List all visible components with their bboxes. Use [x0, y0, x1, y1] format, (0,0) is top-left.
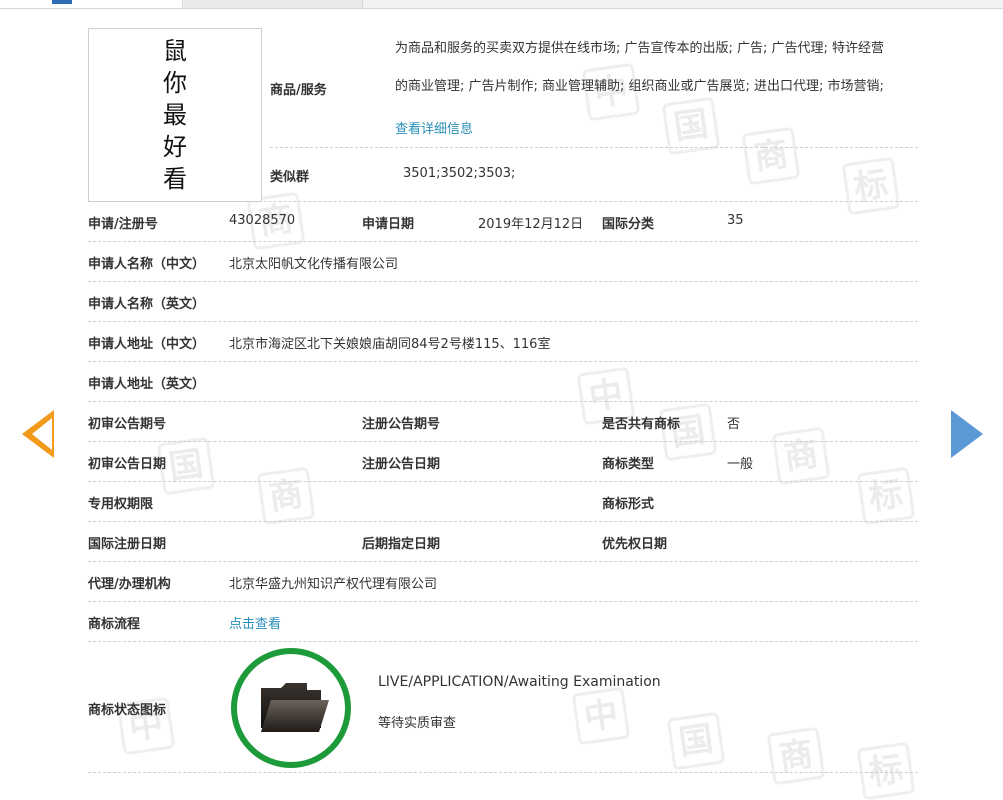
status-text-en: LIVE/APPLICATION/Awaiting Examination — [378, 674, 661, 690]
row-divider — [88, 401, 918, 402]
agent-label: 代理/办理机构 — [88, 577, 171, 592]
reg-pub-no-label: 注册公告期号 — [362, 417, 441, 432]
row-divider — [88, 601, 918, 602]
similar-group-value: 3501;3502;3503; — [403, 166, 516, 181]
shared-mark-label: 是否共有商标 — [602, 417, 681, 432]
row-divider — [88, 561, 918, 562]
row-divider — [88, 521, 918, 522]
logo-char: 看 — [163, 165, 187, 193]
applicant-name-cn-label: 申请人名称（中文） — [88, 257, 206, 272]
logo-char: 好 — [163, 133, 187, 161]
application-no-label: 申请/注册号 — [88, 217, 158, 232]
trademark-logo-glyphs: 鼠 你 最 好 看 — [89, 35, 261, 195]
row-divider — [88, 281, 918, 282]
view-process-link[interactable]: 点击查看 — [229, 613, 281, 632]
goods-services-label: 商品/服务 — [270, 83, 327, 98]
application-date-value: 2019年12月12日 — [478, 217, 584, 232]
mark-form-label: 商标形式 — [602, 497, 655, 512]
row-divider — [88, 772, 918, 773]
mark-type-label: 商标类型 — [602, 457, 655, 472]
row-divider — [88, 481, 918, 482]
view-details-link[interactable]: 查看详细信息 — [395, 118, 473, 137]
status-text-cn: 等待实质审查 — [378, 716, 457, 731]
row-divider — [270, 147, 918, 148]
application-date-label: 申请日期 — [362, 217, 415, 232]
process-label: 商标流程 — [88, 617, 141, 632]
applicant-addr-cn-value: 北京市海淀区北下关娘娘庙胡同84号2号楼115、116室 — [229, 337, 551, 352]
prelim-pub-date-label: 初审公告日期 — [88, 457, 167, 472]
status-icon-label: 商标状态图标 — [88, 703, 167, 718]
row-divider — [88, 361, 918, 362]
intl-class-value: 35 — [727, 213, 744, 228]
row-divider — [88, 321, 918, 322]
row-divider — [88, 641, 918, 642]
folder-icon — [261, 683, 329, 732]
application-no-value: 43028570 — [229, 213, 296, 228]
applicant-addr-en-label: 申请人地址（英文） — [88, 377, 206, 392]
trademark-detail-card: 鼠 你 最 好 看 商品/服务 为商品和服务的买卖双方提供在线市场; 广告宣传本… — [0, 0, 1003, 778]
applicant-addr-cn-label: 申请人地址（中文） — [88, 337, 206, 352]
applicant-name-cn-value: 北京太阳帆文化传播有限公司 — [229, 257, 399, 272]
previous-arrow-icon[interactable] — [22, 410, 54, 458]
logo-char: 鼠 — [163, 37, 187, 65]
shared-mark-value: 否 — [727, 417, 741, 432]
intl-reg-date-label: 国际注册日期 — [88, 537, 167, 552]
logo-char: 你 — [163, 69, 187, 97]
later-designation-date-label: 后期指定日期 — [362, 537, 441, 552]
prelim-pub-no-label: 初审公告期号 — [88, 417, 167, 432]
mark-type-value: 一般 — [727, 457, 754, 472]
row-divider — [88, 201, 918, 202]
intl-class-label: 国际分类 — [602, 217, 655, 232]
goods-services-line: 的商业管理; 广告片制作; 商业管理辅助; 组织商业或广告展览; 进出口代理; … — [395, 79, 884, 94]
row-divider — [88, 241, 918, 242]
status-ring — [231, 648, 351, 768]
logo-char: 最 — [163, 101, 187, 129]
applicant-name-en-label: 申请人名称（英文） — [88, 297, 206, 312]
goods-services-line: 为商品和服务的买卖双方提供在线市场; 广告宣传本的出版; 广告; 广告代理; 特… — [395, 41, 885, 56]
agent-value: 北京华盛九州知识产权代理有限公司 — [229, 577, 438, 592]
similar-group-label: 类似群 — [270, 170, 310, 185]
priority-date-label: 优先权日期 — [602, 537, 668, 552]
next-arrow-icon[interactable] — [951, 410, 983, 458]
reg-pub-date-label: 注册公告日期 — [362, 457, 441, 472]
exclusive-period-label: 专用权期限 — [88, 497, 154, 512]
goods-services-value: 为商品和服务的买卖双方提供在线市场; 广告宣传本的出版; 广告; 广告代理; 特… — [395, 30, 925, 106]
row-divider — [88, 441, 918, 442]
trademark-logo-image: 鼠 你 最 好 看 — [88, 28, 262, 202]
